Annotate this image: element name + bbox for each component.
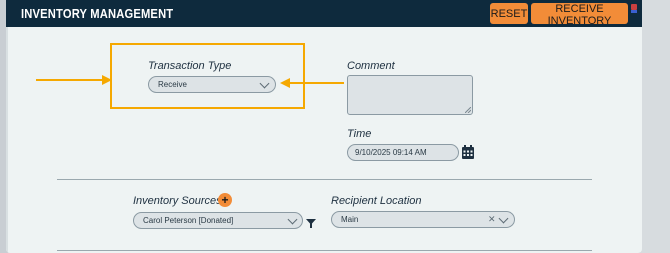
section-divider-bottom xyxy=(57,250,592,251)
recipient-location-select[interactable]: Main ✕ xyxy=(331,211,515,228)
inventory-sources-select[interactable]: Carol Peterson [Donated] xyxy=(133,212,303,229)
reset-button[interactable]: RESET xyxy=(490,3,528,24)
background-decoration xyxy=(640,0,670,253)
time-value: 9/10/2025 09:14 AM xyxy=(355,148,427,157)
comment-label: Comment xyxy=(347,60,395,72)
inventory-sources-label-text: Inventory Sources xyxy=(133,195,222,207)
time-input[interactable]: 9/10/2025 09:14 AM xyxy=(347,144,459,161)
panel-border xyxy=(6,27,8,253)
inventory-sources-value: Carol Peterson [Donated] xyxy=(143,216,234,225)
inventory-panel: INVENTORY MANAGEMENT RESET RECEIVE INVEN… xyxy=(6,0,642,253)
resize-handle-icon[interactable] xyxy=(465,107,471,113)
chevron-down-icon[interactable] xyxy=(498,213,509,224)
transaction-type-value: Receive xyxy=(158,80,187,89)
transaction-type-select[interactable]: Receive xyxy=(148,76,276,93)
header-bar: INVENTORY MANAGEMENT RESET RECEIVE INVEN… xyxy=(6,0,642,27)
section-divider xyxy=(57,179,592,180)
page-title: INVENTORY MANAGEMENT xyxy=(21,6,174,21)
arrow-left-icon xyxy=(280,78,344,88)
inventory-sources-label: Inventory Sources * xyxy=(133,195,229,207)
recipient-location-label: Recipient Location xyxy=(331,195,422,207)
receive-inventory-button[interactable]: RECEIVE INVENTORY xyxy=(531,3,628,27)
time-label: Time xyxy=(347,128,372,140)
filter-icon[interactable] xyxy=(306,219,316,228)
recipient-location-value: Main xyxy=(341,215,359,224)
chevron-down-icon[interactable] xyxy=(287,214,298,225)
plus-icon[interactable]: + xyxy=(218,193,232,207)
transaction-type-label: Transaction Type xyxy=(148,60,232,72)
comment-textarea[interactable] xyxy=(347,75,473,115)
arrow-right-icon xyxy=(36,75,112,85)
flag-icon-stripe xyxy=(631,10,637,13)
chevron-down-icon[interactable] xyxy=(259,78,270,89)
clear-icon[interactable]: ✕ xyxy=(488,214,496,225)
calendar-icon[interactable] xyxy=(462,145,474,159)
